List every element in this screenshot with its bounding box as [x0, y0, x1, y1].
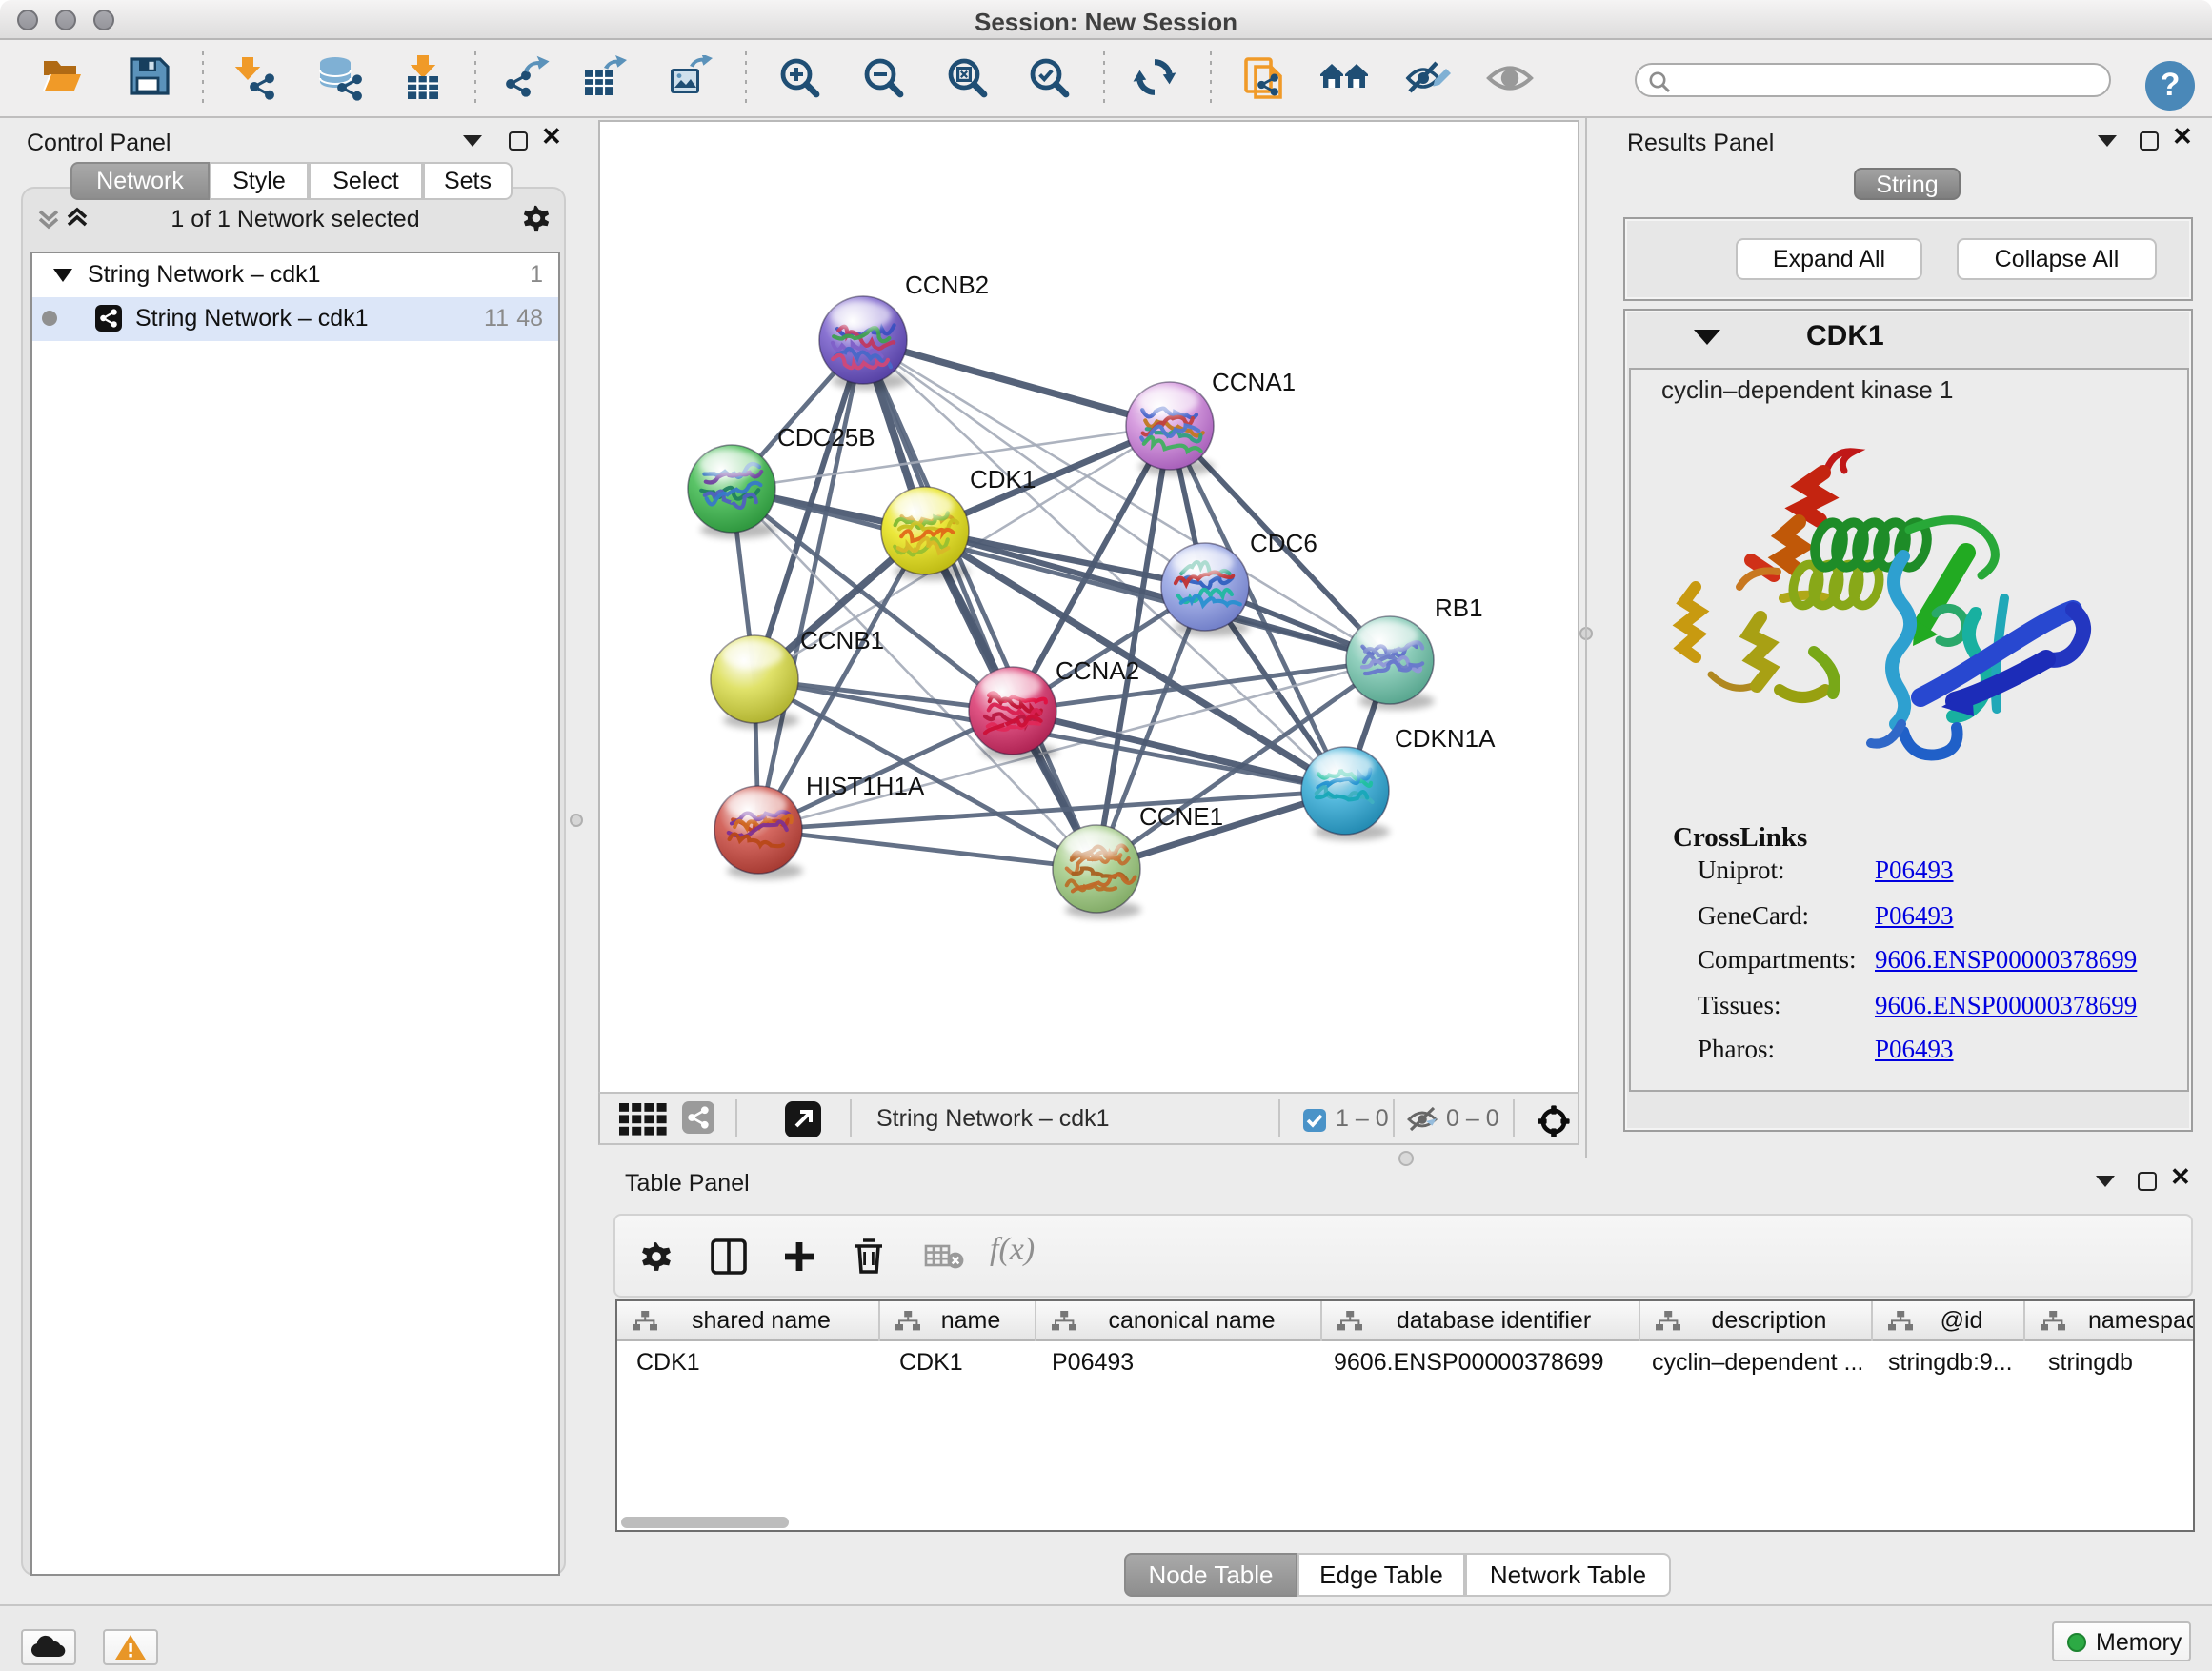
svg-text:CDK1: CDK1	[970, 465, 1036, 493]
svg-text:HIST1H1A: HIST1H1A	[806, 772, 925, 800]
svg-text:CCNE1: CCNE1	[1139, 802, 1223, 831]
svg-text:CCNB1: CCNB1	[800, 626, 884, 654]
svg-text:CDKN1A: CDKN1A	[1395, 724, 1496, 753]
svg-text:CCNB2: CCNB2	[905, 271, 989, 299]
svg-text:CDC25B: CDC25B	[777, 423, 875, 452]
svg-text:CDC6: CDC6	[1250, 529, 1317, 557]
svg-text:CCNA2: CCNA2	[1056, 656, 1139, 685]
svg-text:RB1: RB1	[1435, 594, 1483, 622]
svg-text:CCNA1: CCNA1	[1212, 368, 1296, 396]
